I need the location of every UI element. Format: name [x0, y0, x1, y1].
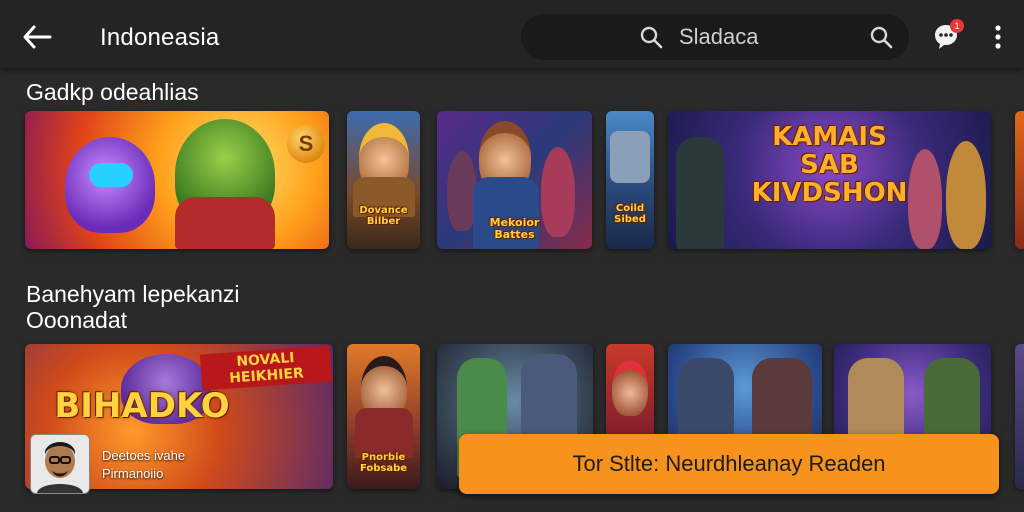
section-subtitle-popular: Ooonadat: [26, 307, 128, 333]
promo-banner-text: Tor Stlte: Neurdhleanay Readen: [572, 451, 886, 476]
arrow-left-icon: [23, 25, 52, 49]
game-card-featured-2[interactable]: Dovance Bilber: [347, 111, 420, 249]
game-card-featured-4[interactable]: Coild Sibed: [606, 111, 654, 249]
card-title-art: BIHADKO: [54, 386, 230, 426]
card-label: Coild Sibed: [614, 203, 646, 225]
notification-badge: 1: [950, 19, 964, 33]
game-card-featured-3[interactable]: Mekoior Battes: [437, 111, 592, 249]
avatar-portrait-icon: [31, 435, 89, 493]
card-label: Pnorbie Fobsabe: [359, 452, 408, 474]
back-button[interactable]: [20, 22, 54, 52]
avatar: [30, 434, 90, 494]
game-card-popular-7-partial[interactable]: [1015, 344, 1024, 489]
promo-banner-button[interactable]: Tor Stlte: Neurdhleanay Readen: [459, 434, 999, 494]
game-card-featured-6-partial[interactable]: [1015, 111, 1024, 249]
app-bar: Indoneasia 1: [0, 0, 1024, 68]
section-title-featured: Gadkp odeahlias: [26, 79, 199, 105]
more-vert-icon: [995, 25, 1001, 49]
card-label: Mekoior Battes: [489, 216, 540, 241]
more-options-button[interactable]: [986, 24, 1010, 50]
card-label: Dovance Bilber: [359, 205, 408, 227]
user-name: Deetoes ivahe: [102, 448, 186, 463]
card-title-art: KAMAIS SAB KIVDSHON: [751, 122, 908, 208]
chat-notification-button[interactable]: 1: [933, 19, 964, 52]
coin-icon: S: [287, 125, 325, 163]
game-card-featured-1[interactable]: S: [25, 111, 329, 249]
search-bar[interactable]: [521, 14, 909, 60]
game-card-popular-2[interactable]: Pnorbie Fobsabe: [347, 344, 420, 489]
game-card-featured-5[interactable]: KAMAIS SAB KIVDSHON: [668, 111, 991, 249]
user-chip[interactable]: Deetoes ivahe Pirmanoiio: [30, 434, 290, 494]
search-input[interactable]: [677, 22, 851, 52]
search-icon: [640, 26, 663, 49]
section-title-popular: Banehyam lepekanzi: [26, 281, 240, 307]
search-submit-icon[interactable]: [869, 25, 893, 49]
user-subtitle: Pirmanoiio: [102, 466, 164, 481]
page-title: Indoneasia: [100, 24, 220, 51]
